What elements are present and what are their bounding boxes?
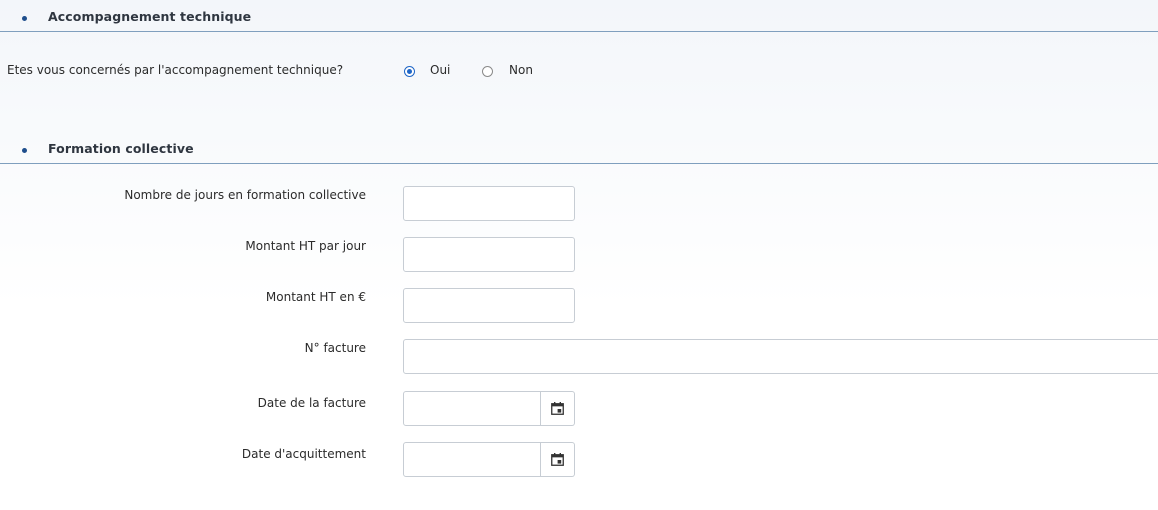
radio-non-label[interactable]: Non (509, 63, 533, 77)
radio-non[interactable] (482, 66, 493, 77)
days-label: Nombre de jours en formation collective (124, 188, 366, 202)
invoice-number-input[interactable] (403, 339, 1158, 374)
payment-date-calendar-button[interactable] (541, 442, 575, 477)
amount-per-day-label: Montant HT par jour (245, 239, 366, 253)
section-title: Formation collective (48, 141, 194, 156)
bullet-icon (22, 148, 27, 153)
calendar-icon (551, 402, 564, 415)
amount-total-label: Montant HT en € (265, 290, 366, 304)
radio-oui[interactable] (404, 66, 415, 77)
technical-support-question: Etes vous concernés par l'accompagnement… (7, 63, 344, 77)
invoice-number-label: N° facture (304, 341, 366, 355)
radio-oui-label[interactable]: Oui (430, 63, 450, 77)
amount-total-input[interactable] (403, 288, 575, 323)
bullet-icon (22, 16, 27, 21)
calendar-icon (551, 453, 564, 466)
invoice-date-label: Date de la facture (257, 396, 366, 410)
days-input[interactable] (403, 186, 575, 221)
amount-per-day-input[interactable] (403, 237, 575, 272)
invoice-date-input[interactable] (403, 391, 541, 426)
payment-date-input[interactable] (403, 442, 541, 477)
section-title: Accompagnement technique (48, 9, 252, 24)
section-header-technical: Accompagnement technique (0, 2, 1158, 32)
section-header-training: Formation collective (0, 134, 1158, 164)
payment-date-label: Date d'acquittement (241, 447, 366, 461)
invoice-date-calendar-button[interactable] (541, 391, 575, 426)
